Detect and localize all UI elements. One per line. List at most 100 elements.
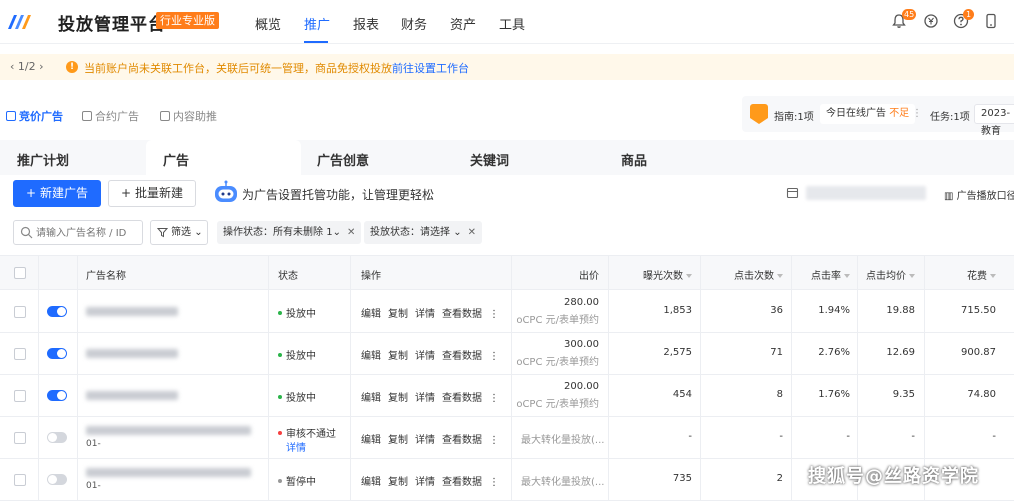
notice-pager[interactable]: ‹ 1/2 › — [10, 60, 44, 73]
bell-badge: 45 — [902, 9, 917, 20]
chevron-right-icon[interactable]: › — [36, 60, 43, 73]
close-icon[interactable]: ✕ — [347, 227, 355, 238]
row-toggle[interactable] — [47, 306, 67, 317]
table-row[interactable]: 投放中 编辑 复制 详情 查看数据 ⋮ 280.00 oCPC 元/表单预约 1,853 36 1.… — [0, 291, 1014, 333]
row-toggle[interactable] — [47, 348, 67, 359]
more-icon[interactable]: ⋮ — [489, 477, 499, 488]
col-impressions[interactable]: 曝光次数 — [643, 267, 692, 282]
more-dots-icon[interactable]: ⋮ — [912, 108, 922, 119]
ad-playback-scope[interactable]: ▥ 广告播放口径 — [944, 187, 1014, 202]
status-detail-link[interactable]: 详情 — [286, 439, 306, 454]
tab-contract-ads[interactable]: 合约广告 — [82, 108, 139, 124]
detail-link[interactable]: 详情 — [415, 309, 435, 320]
copy-link[interactable]: 复制 — [388, 309, 408, 320]
table-row[interactable]: 01- 审核不通过 详情 编辑 复制 详情 查看数据 ⋮ 最大转化量投放(... - - - - - — [0, 417, 1014, 459]
ad-name-blurred[interactable] — [86, 391, 178, 400]
edit-link[interactable]: 编辑 — [361, 435, 381, 446]
date-range-picker[interactable] — [786, 186, 936, 200]
chevron-left-icon[interactable]: ‹ — [10, 60, 18, 73]
search-input[interactable] — [36, 225, 138, 241]
edit-link[interactable]: 编辑 — [361, 393, 381, 404]
edit-link[interactable]: 编辑 — [361, 351, 381, 362]
row-checkbox[interactable] — [14, 390, 26, 402]
detail-link[interactable]: 详情 — [415, 477, 435, 488]
copy-link[interactable]: 复制 — [388, 393, 408, 404]
impressions-cell: 1,853 — [663, 305, 692, 316]
copy-link[interactable]: 复制 — [388, 477, 408, 488]
tab-products[interactable]: 商品 — [621, 150, 647, 169]
nav-finance[interactable]: 财务 — [401, 14, 427, 33]
col-divider — [700, 255, 701, 500]
bid-value[interactable]: 200.00 oCPC 元/表单预约 — [516, 381, 599, 410]
notice-link[interactable]: 前往设置工作台 — [392, 62, 469, 75]
row-toggle[interactable] — [47, 390, 67, 401]
view-data-link[interactable]: 查看数据 — [442, 393, 482, 404]
delivery-status-chip[interactable]: 投放状态：请选择 ⌄ ✕ — [364, 221, 482, 244]
ad-name-blurred[interactable] — [86, 349, 178, 358]
tab-ads[interactable]: 广告 — [163, 150, 189, 169]
batch-new-button[interactable]: + 批量新建 — [108, 180, 196, 207]
col-ctr[interactable]: 点击率 — [811, 267, 850, 282]
view-data-link[interactable]: 查看数据 — [442, 435, 482, 446]
year-select[interactable]: 2023-教育 — [974, 104, 1014, 137]
copy-link[interactable]: 复制 — [388, 435, 408, 446]
col-cost[interactable]: 花费 — [967, 267, 996, 282]
table-row[interactable]: 投放中 编辑 复制 详情 查看数据 ⋮ 300.00 oCPC 元/表单预约 2,575 71 2.… — [0, 333, 1014, 375]
currency-icon[interactable] — [922, 12, 940, 30]
filter-label: 筛选 — [171, 227, 191, 238]
detail-link[interactable]: 详情 — [415, 435, 435, 446]
copy-link[interactable]: 复制 — [388, 351, 408, 362]
new-ad-button[interactable]: + 新建广告 — [13, 180, 101, 207]
date-range-value — [806, 186, 926, 200]
view-data-link[interactable]: 查看数据 — [442, 477, 482, 488]
row-toggle[interactable] — [47, 432, 67, 443]
bid-value[interactable]: 280.00 oCPC 元/表单预约 — [516, 297, 599, 326]
table-row[interactable]: 投放中 编辑 复制 详情 查看数据 ⋮ 200.00 oCPC 元/表单预约 454 8 1.76%… — [0, 375, 1014, 417]
row-checkbox[interactable] — [14, 432, 26, 444]
status-badge: 投放中 — [278, 305, 316, 320]
cpc-cell: 12.69 — [886, 347, 915, 358]
col-cpc[interactable]: 点击均价 — [866, 267, 915, 282]
tab-keywords[interactable]: 关键词 — [470, 150, 509, 169]
row-checkbox[interactable] — [14, 348, 26, 360]
cpc-cell: 9.35 — [892, 389, 915, 400]
task-count[interactable]: 任务:1项 — [930, 108, 970, 123]
op-status-chip[interactable]: 操作状态：所有未删除 1⌄ ✕ — [217, 221, 362, 244]
managed-promo-text[interactable]: 为广告设置托管功能，让管理更轻松 — [242, 186, 434, 203]
more-icon[interactable]: ⋮ — [489, 393, 499, 404]
bid-value[interactable]: 300.00 oCPC 元/表单预约 — [516, 339, 599, 368]
more-icon[interactable]: ⋮ — [489, 435, 499, 446]
edit-link[interactable]: 编辑 — [361, 309, 381, 320]
more-icon[interactable]: ⋮ — [489, 351, 499, 362]
more-icon[interactable]: ⋮ — [489, 309, 499, 320]
notice-bar: ‹ 1/2 › ! 当前账户尚未关联工作台，关联后可统一管理，商品免授权投放前往… — [0, 54, 1014, 80]
tab-content-boost[interactable]: 内容助推 — [160, 108, 217, 124]
view-data-link[interactable]: 查看数据 — [442, 309, 482, 320]
nav-assets[interactable]: 资产 — [450, 14, 476, 33]
nav-reports[interactable]: 报表 — [353, 14, 379, 33]
tab-plans[interactable]: 推广计划 — [17, 150, 69, 169]
row-checkbox[interactable] — [14, 306, 26, 318]
select-all-checkbox[interactable] — [14, 267, 26, 279]
row-toggle[interactable] — [47, 474, 67, 485]
toggle-knob — [48, 475, 57, 484]
nav-promotion[interactable]: 推广 — [304, 14, 330, 33]
edit-link[interactable]: 编辑 — [361, 477, 381, 488]
mobile-icon[interactable] — [982, 12, 1000, 30]
detail-link[interactable]: 详情 — [415, 351, 435, 362]
online-ads-pill[interactable]: 今日在线广告 不足 — [820, 104, 916, 124]
filter-button[interactable]: 筛选 ⌄ — [150, 220, 208, 245]
guide-count[interactable]: 指南:1项 — [774, 108, 814, 123]
search-box[interactable] — [13, 220, 143, 245]
col-clicks[interactable]: 点击次数 — [734, 267, 783, 282]
view-data-link[interactable]: 查看数据 — [442, 351, 482, 362]
close-icon[interactable]: ✕ — [468, 227, 476, 238]
chevron-down-icon: ⌄ — [332, 227, 341, 238]
nav-overview[interactable]: 概览 — [255, 14, 281, 33]
tab-creatives[interactable]: 广告创意 — [317, 150, 369, 169]
tab-bidding-ads[interactable]: 竞价广告 — [6, 108, 63, 124]
detail-link[interactable]: 详情 — [415, 393, 435, 404]
ad-name-blurred[interactable] — [86, 307, 178, 316]
row-checkbox[interactable] — [14, 474, 26, 486]
nav-tools[interactable]: 工具 — [499, 14, 525, 33]
